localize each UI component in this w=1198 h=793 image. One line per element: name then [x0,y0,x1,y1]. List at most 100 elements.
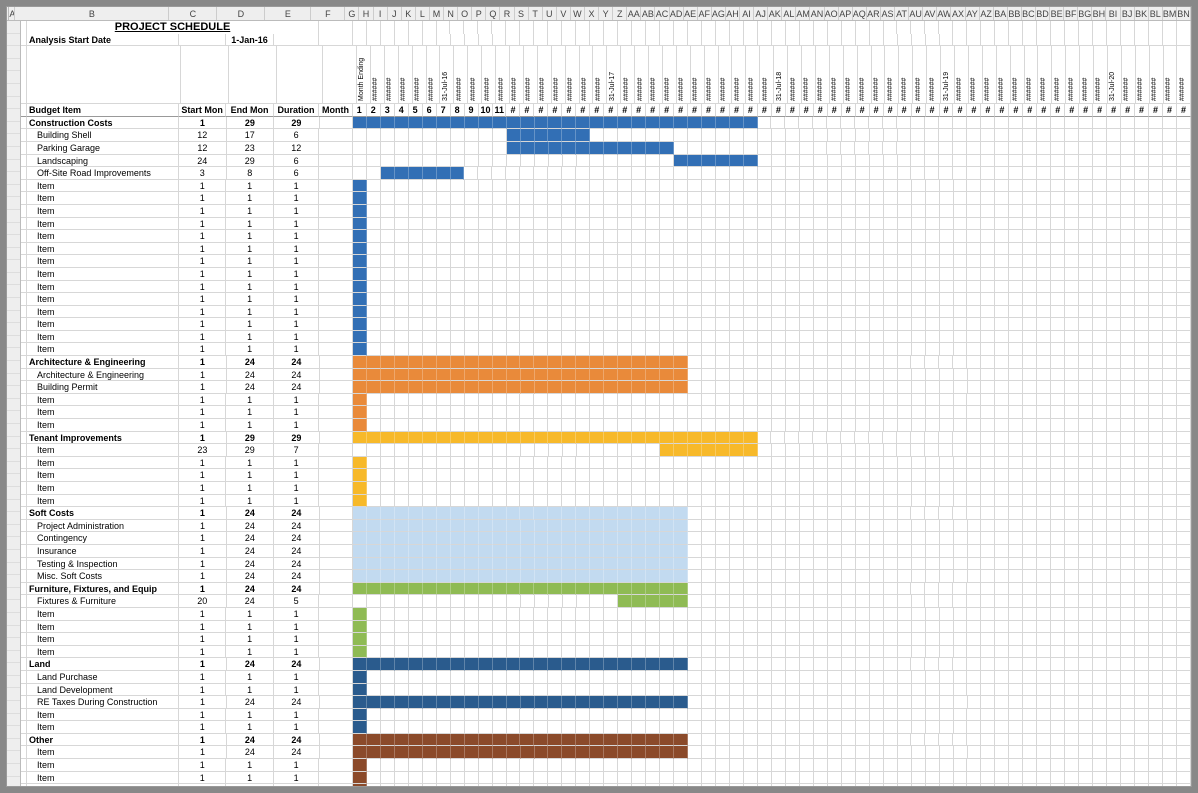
cell[interactable]: 1 [179,218,226,231]
cell[interactable] [319,469,353,482]
cell[interactable] [604,419,618,432]
cell[interactable]: 24 [227,583,274,596]
cell[interactable] [632,343,646,356]
cell[interactable] [981,331,995,344]
cell[interactable] [1065,532,1079,545]
cell[interactable] [1121,507,1135,520]
cell[interactable]: Item [27,419,179,432]
cell[interactable] [995,570,1009,583]
cell[interactable] [716,746,730,759]
cell[interactable] [493,205,507,218]
cell[interactable] [381,709,395,722]
cell[interactable] [855,432,869,445]
cell[interactable] [618,457,632,470]
cell[interactable] [884,281,898,294]
cell[interactable]: Land Purchase [27,671,179,684]
cell[interactable] [786,457,800,470]
cell[interactable] [912,318,926,331]
cell[interactable] [1065,583,1079,596]
gantt-bar-cell[interactable] [465,734,479,747]
cell[interactable] [1037,293,1051,306]
cell[interactable] [730,734,744,747]
cell[interactable] [320,507,354,520]
cell[interactable] [451,621,465,634]
column-header[interactable]: O [458,7,472,20]
cell[interactable] [1037,343,1051,356]
cell[interactable] [1177,684,1191,697]
cell[interactable] [409,293,423,306]
cell[interactable] [507,633,521,646]
gantt-bar-cell[interactable] [562,532,576,545]
cell[interactable] [1149,671,1163,684]
cell[interactable]: 24 [227,532,274,545]
category-row[interactable]: Land12424 [21,658,1191,671]
cell[interactable] [632,331,646,344]
cell[interactable] [1135,784,1149,786]
cell[interactable] [646,331,660,344]
cell[interactable] [534,230,548,243]
cell[interactable] [479,633,493,646]
cell[interactable] [898,633,912,646]
gantt-bar-cell[interactable] [507,432,521,445]
cell[interactable] [842,759,856,772]
gantt-bar-cell[interactable] [744,432,758,445]
cell[interactable] [646,180,660,193]
cell[interactable] [730,419,744,432]
cell[interactable] [954,684,968,697]
cell[interactable] [381,318,395,331]
cell[interactable] [534,406,548,419]
row-header[interactable] [7,563,20,576]
cell[interactable] [437,243,451,256]
cell[interactable] [520,180,534,193]
gantt-bar-cell[interactable] [367,583,381,596]
cell[interactable] [828,709,842,722]
cell[interactable] [716,721,730,734]
cell[interactable] [1023,142,1037,155]
cell[interactable] [940,721,954,734]
cell[interactable] [381,444,395,457]
cell[interactable] [660,772,674,785]
cell[interactable] [367,306,381,319]
cell[interactable] [954,495,968,508]
cell[interactable] [576,281,590,294]
cell[interactable] [716,230,730,243]
cell[interactable] [758,709,772,722]
cell[interactable] [548,608,562,621]
cell[interactable] [758,268,772,281]
cell[interactable] [381,142,395,155]
cell[interactable] [1037,772,1051,785]
cell[interactable] [870,318,884,331]
cell[interactable] [842,268,856,281]
task-row[interactable]: Item111 [21,293,1191,306]
cell[interactable]: 1 [274,633,319,646]
gantt-bar-cell[interactable] [520,507,534,520]
cell[interactable]: 24 [274,507,320,520]
cell[interactable] [1023,532,1037,545]
row-header[interactable] [7,739,20,752]
cell[interactable] [562,495,576,508]
cell[interactable] [828,281,842,294]
cell[interactable] [1093,709,1107,722]
cell[interactable] [730,180,744,193]
cell[interactable] [744,520,758,533]
cell[interactable] [646,419,660,432]
cell[interactable] [870,406,884,419]
cell[interactable] [995,142,1009,155]
task-row[interactable]: Item111 [21,759,1191,772]
cell[interactable] [772,734,786,747]
cell[interactable] [1177,621,1191,634]
cell[interactable] [507,205,521,218]
cell[interactable] [716,709,730,722]
column-header[interactable]: AN [810,7,824,20]
cell[interactable] [786,394,800,407]
column-header[interactable]: AB [641,7,655,20]
cell[interactable] [744,406,758,419]
cell[interactable] [423,394,437,407]
gantt-bar-cell[interactable] [507,570,521,583]
cell[interactable] [856,293,870,306]
cell[interactable] [632,255,646,268]
cell[interactable] [493,155,507,168]
gantt-bar-cell[interactable] [381,658,395,671]
cell[interactable] [660,243,674,256]
row-header[interactable] [7,663,20,676]
